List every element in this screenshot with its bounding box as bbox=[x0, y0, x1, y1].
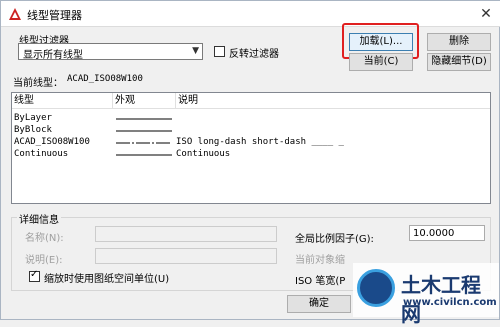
description-field[interactable] bbox=[95, 248, 277, 264]
linetype-manager-dialog: 线型管理器 ✕ 线型过滤器 显示所有线型 ▼ 反转过滤器 加载(L)... 删除… bbox=[0, 0, 500, 326]
watermark-url: www.civilcn.com bbox=[403, 297, 497, 308]
filter-select-value: 显示所有线型 bbox=[23, 50, 83, 61]
delete-button[interactable]: 删除 bbox=[427, 33, 491, 51]
autocad-logo-icon bbox=[9, 8, 21, 20]
ok-button[interactable]: 确定 bbox=[287, 295, 351, 313]
reverse-filter-checkbox[interactable] bbox=[214, 46, 225, 57]
iso-pen-width-label: ISO 笔宽(P bbox=[295, 276, 346, 287]
filter-select[interactable]: 显示所有线型 ▼ bbox=[18, 43, 203, 61]
column-header-description[interactable]: 说明 bbox=[176, 93, 490, 109]
watermark-logo-icon bbox=[357, 269, 395, 307]
linetype-preview bbox=[116, 142, 172, 144]
row-desc: Continuous bbox=[176, 149, 231, 159]
row-name: ByBlock bbox=[14, 125, 52, 135]
reverse-filter-label: 反转过滤器 bbox=[229, 49, 279, 60]
watermark: 土木工程网 www.civilcn.com bbox=[353, 263, 499, 326]
description-label: 说明(E): bbox=[25, 255, 63, 266]
current-linetype-label: 当前线型： bbox=[13, 78, 63, 89]
title-bar: 线型管理器 ✕ bbox=[1, 1, 500, 27]
current-linetype-value: ACAD_ISO08W100 bbox=[67, 74, 143, 84]
paper-space-units-label: 缩放时使用图纸空间单位(U) bbox=[44, 274, 170, 285]
linetype-preview bbox=[116, 154, 172, 156]
current-button[interactable]: 当前(C) bbox=[349, 53, 413, 71]
column-header-linetype[interactable]: 线型 bbox=[12, 93, 113, 109]
linetype-preview bbox=[116, 130, 172, 132]
name-field[interactable] bbox=[95, 226, 277, 242]
global-scale-input[interactable]: 10.0000 bbox=[409, 225, 485, 241]
linetype-list[interactable]: 线型 外观 说明 ByLayer ByBlock ACAD_ISO08W100 … bbox=[11, 92, 491, 204]
row-desc: ISO long-dash short-dash ____ _ bbox=[176, 137, 344, 147]
column-header-appearance[interactable]: 外观 bbox=[113, 93, 176, 109]
global-scale-value: 10.0000 bbox=[413, 228, 455, 239]
details-group-label: 详细信息 bbox=[17, 211, 61, 226]
name-label: 名称(N): bbox=[25, 233, 64, 244]
window-title: 线型管理器 bbox=[27, 9, 82, 22]
linetype-preview bbox=[116, 118, 172, 120]
paper-space-units-checkbox[interactable] bbox=[29, 269, 40, 282]
chevron-down-icon: ▼ bbox=[192, 46, 199, 56]
row-name: Continuous bbox=[14, 149, 69, 159]
row-name: ACAD_ISO08W100 bbox=[14, 137, 90, 147]
global-scale-label: 全局比例因子(G): bbox=[295, 234, 374, 245]
close-icon[interactable]: ✕ bbox=[475, 4, 497, 24]
load-button[interactable]: 加载(L)... bbox=[349, 33, 413, 51]
current-scale-label: 当前对象缩 bbox=[295, 255, 345, 266]
row-name: ByLayer bbox=[14, 113, 52, 123]
hide-details-button[interactable]: 隐藏细节(D) bbox=[427, 53, 491, 71]
